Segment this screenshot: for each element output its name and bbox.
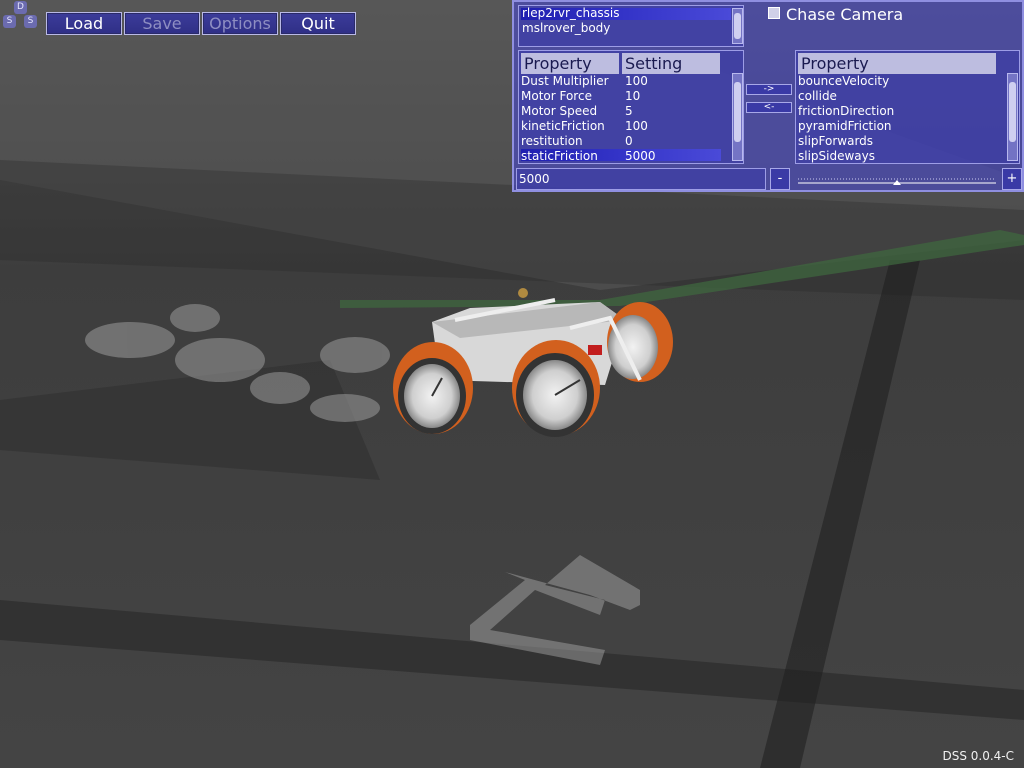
available-properties-scroll-thumb[interactable] <box>1009 82 1016 142</box>
logo-letter-s2: S <box>24 15 37 28</box>
assigned-properties-scroll-thumb[interactable] <box>734 82 741 142</box>
available-property-bounce-velocity[interactable]: bounceVelocity <box>798 74 889 89</box>
available-property-friction-direction[interactable]: frictionDirection <box>798 104 894 119</box>
object-list: rlep2rvr_chassis mslrover_body <box>518 5 744 47</box>
chase-camera-checkbox[interactable] <box>768 7 780 19</box>
object-item-chassis[interactable]: rlep2rvr_chassis <box>522 6 620 21</box>
property-name-motor-force[interactable]: Motor Force <box>521 89 592 104</box>
property-name-motor-speed[interactable]: Motor Speed <box>521 104 597 119</box>
version-label: DSS 0.0.4-C <box>942 749 1014 763</box>
property-value-restitution[interactable]: 0 <box>625 134 633 149</box>
object-list-scroll-thumb[interactable] <box>734 13 741 39</box>
property-value-motor-force[interactable]: 10 <box>625 89 640 104</box>
assigned-properties-scrollbar[interactable] <box>732 73 743 161</box>
object-item-body[interactable]: mslrover_body <box>522 21 610 36</box>
assigned-properties-table: Property Setting Dust Multiplier 100 Mot… <box>518 50 744 164</box>
save-button[interactable]: Save <box>124 12 200 35</box>
available-property-slip-sideways[interactable]: slipSideways <box>798 149 875 164</box>
property-value-motor-speed[interactable]: 5 <box>625 104 633 119</box>
remove-property-button[interactable]: <- <box>746 102 792 113</box>
property-value-static-friction[interactable]: 5000 <box>625 149 656 164</box>
property-value-dust-multiplier[interactable]: 100 <box>625 74 648 89</box>
main-toolbar: Load Save Options Quit <box>46 12 356 37</box>
add-property-button[interactable]: -> <box>746 84 792 95</box>
property-name-kinetic-friction[interactable]: kineticFriction <box>521 119 605 134</box>
load-button[interactable]: Load <box>46 12 122 35</box>
property-value-kinetic-friction[interactable]: 100 <box>625 119 648 134</box>
value-slider[interactable] <box>796 172 998 186</box>
available-property-pyramid-friction[interactable]: pyramidFriction <box>798 119 892 134</box>
property-panel: rlep2rvr_chassis mslrover_body Chase Cam… <box>512 0 1024 192</box>
column-header-setting[interactable]: Setting <box>622 53 720 74</box>
property-name-static-friction[interactable]: staticFriction <box>521 149 598 164</box>
available-property-slip-forwards[interactable]: slipForwards <box>798 134 873 149</box>
property-name-dust-multiplier[interactable]: Dust Multiplier <box>521 74 609 89</box>
quit-button[interactable]: Quit <box>280 12 356 35</box>
value-input[interactable]: 5000 <box>516 168 766 190</box>
value-input-text[interactable]: 5000 <box>519 172 550 187</box>
chase-camera-label[interactable]: Chase Camera <box>786 5 903 24</box>
available-property-collide[interactable]: collide <box>798 89 837 104</box>
increase-button[interactable]: + <box>1002 168 1022 190</box>
available-properties-scrollbar[interactable] <box>1007 73 1018 161</box>
options-button[interactable]: Options <box>202 12 278 35</box>
available-properties-table: Property bounceVelocity collide friction… <box>795 50 1020 164</box>
column-header-property[interactable]: Property <box>521 53 619 74</box>
property-name-restitution[interactable]: restitution <box>521 134 583 149</box>
available-column-header-property[interactable]: Property <box>798 53 996 74</box>
logo-letter-d: D <box>14 1 27 14</box>
dss-logo: D S S <box>0 0 44 30</box>
decrease-button[interactable]: - <box>770 168 790 190</box>
logo-letter-s1: S <box>3 15 16 28</box>
object-list-scrollbar[interactable] <box>732 8 743 44</box>
